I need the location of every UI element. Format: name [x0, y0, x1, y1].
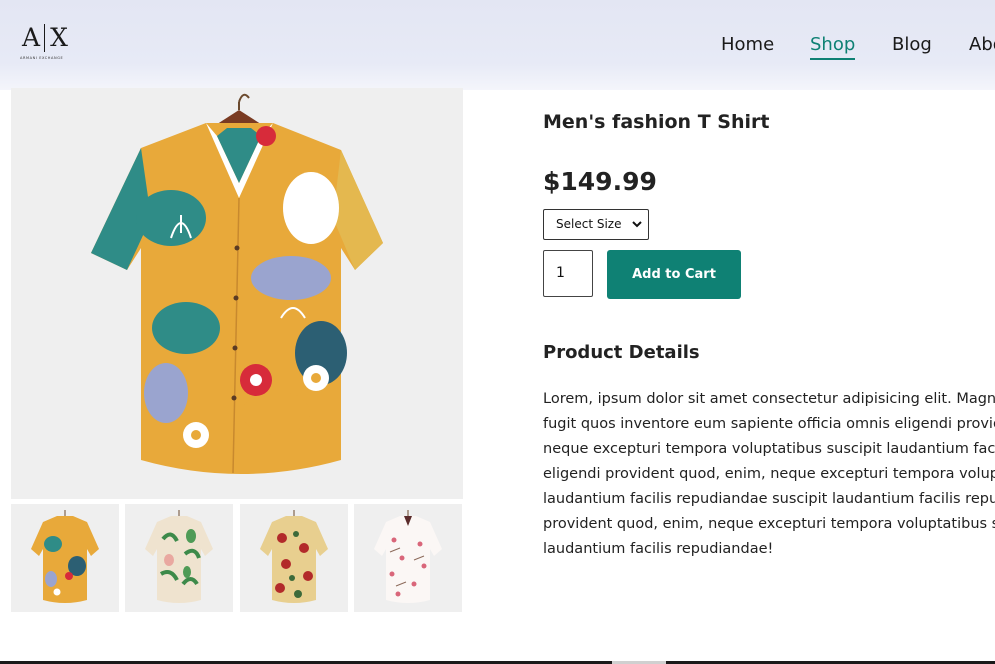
product-thumbnail-4[interactable] [354, 504, 462, 612]
logo-subtext: ARMANI EXCHANGE [20, 56, 64, 60]
brand-logo[interactable]: AX ARMANI EXCHANGE [20, 22, 78, 64]
description-line: provident quod, enim, neque excepturi te… [543, 516, 995, 532]
product-thumbnail-1[interactable] [11, 504, 119, 612]
shirt-image [91, 93, 383, 474]
nav-link-home[interactable]: Home [721, 33, 774, 59]
add-to-cart-button[interactable]: Add to Cart [607, 250, 741, 299]
logo-divider [44, 24, 45, 52]
nav-link-shop[interactable]: Shop [810, 33, 856, 60]
abstract-floral-shirt-thumbnail [31, 510, 99, 603]
main-product-image [11, 88, 463, 499]
product-details-heading: Product Details [543, 342, 700, 363]
white-blossom-shirt-thumbnail [374, 510, 442, 603]
size-select-value: Select Size [556, 217, 622, 231]
site-header: AX ARMANI EXCHANGE Home Shop Blog Abo [0, 0, 995, 90]
description-line: eligendi provident quod, enim, neque exc… [543, 466, 995, 482]
size-select[interactable]: Select Size [543, 209, 649, 240]
description-line: Lorem, ipsum dolor sit amet consectetur … [543, 391, 995, 407]
nav-link-shop-label: Shop [810, 34, 856, 55]
product-price: $149.99 [543, 167, 657, 196]
chevron-down-icon [632, 221, 642, 228]
logo-mark: AX [22, 23, 69, 52]
description-line: neque excepturi tempora voluptatibus sus… [543, 441, 995, 457]
nav-link-about[interactable]: Abo [969, 33, 995, 59]
active-nav-underline [810, 58, 856, 60]
product-thumbnail-3[interactable] [240, 504, 348, 612]
description-line: fugit quos inventore eum sapiente offici… [543, 416, 995, 432]
quantity-input[interactable]: 1 [543, 250, 593, 297]
tropical-leaf-shirt-thumbnail [145, 510, 213, 603]
red-floral-shirt-thumbnail [260, 510, 328, 603]
product-title: Men's fashion T Shirt [543, 111, 770, 133]
product-thumbnail-2[interactable] [125, 504, 233, 612]
nav-link-blog[interactable]: Blog [892, 33, 932, 59]
description-line: laudantium facilis repudiandae! [543, 541, 774, 557]
description-line: laudantium facilis repudiandae suscipit … [543, 491, 995, 507]
